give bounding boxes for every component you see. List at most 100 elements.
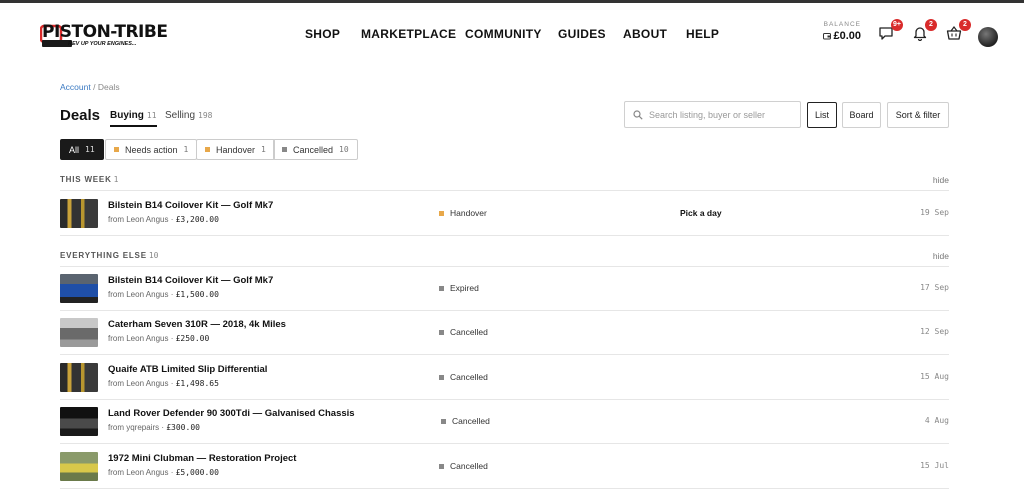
tab-selling[interactable]: Selling 198: [165, 110, 212, 121]
deal-status-label: Cancelled: [450, 372, 488, 382]
filter-handover-label: Handover: [216, 144, 256, 155]
messages-button[interactable]: 9+: [878, 19, 903, 43]
deal-subtitle: from Leon Angus · £1,498.65: [108, 379, 219, 388]
deal-status: Expired: [439, 283, 479, 293]
deal-row[interactable]: Bilstein B14 Coilover Kit — Golf Mk7 fro…: [60, 266, 949, 310]
section-this-week-hide[interactable]: hide: [933, 175, 949, 185]
filter-handover[interactable]: Handover 1: [196, 139, 275, 160]
filter-needs-action[interactable]: Needs action 1: [105, 139, 198, 160]
notifications-button[interactable]: 2: [912, 19, 937, 43]
basket-badge: 2: [959, 19, 971, 31]
tab-buying-label: Buying: [110, 110, 144, 121]
filter-cancelled-count: 10: [339, 145, 349, 154]
section-everything-else-count: 10: [148, 251, 159, 260]
board-view-button[interactable]: Board: [842, 102, 881, 128]
section-everything-else-label: EVERYTHING ELSE: [60, 251, 147, 260]
deal-subtitle: from Leon Angus · £5,000.00: [108, 468, 219, 477]
balance-amount: £0.00: [809, 30, 861, 42]
basket-button[interactable]: 2: [946, 19, 971, 43]
search-box: [624, 101, 801, 128]
filter-cancelled-label: Cancelled: [293, 144, 334, 155]
breadcrumb-account-link[interactable]: Account: [60, 82, 91, 92]
notifications-badge: 2: [925, 19, 937, 31]
deal-price: £3,200.00: [175, 215, 219, 224]
deal-subtitle: from Leon Angus · £250.00: [108, 334, 210, 343]
breadcrumb: Account / Deals: [60, 82, 120, 92]
section-this-week-header: THIS WEEK 1 hide: [60, 175, 949, 185]
deal-date: 15 Jul: [920, 461, 949, 470]
site-header: PISTON-TRIBE REV UP YOUR ENGINES... SHOP…: [0, 3, 1024, 65]
deal-seller: from Leon Angus: [108, 290, 169, 299]
deal-row[interactable]: Quaife ATB Limited Slip Differential fro…: [60, 355, 949, 399]
deal-status-label: Expired: [450, 283, 479, 293]
nav-community[interactable]: COMMUNITY: [465, 27, 542, 41]
deal-date: 4 Aug: [924, 416, 949, 425]
brand-logo[interactable]: PISTON-TRIBE REV UP YOUR ENGINES...: [40, 21, 182, 53]
tab-selling-label: Selling: [165, 110, 196, 121]
deal-title: Caterham Seven 310R — 2018, 4k Miles: [108, 319, 286, 330]
nav-marketplace[interactable]: MARKETPLACE: [361, 27, 456, 41]
tab-buying-count: 11: [146, 111, 157, 120]
deal-thumbnail: [60, 452, 98, 481]
list-view-button[interactable]: List: [807, 102, 837, 128]
divider: [60, 235, 949, 236]
deal-action[interactable]: Pick a day: [680, 208, 722, 218]
deal-price: £300.00: [166, 423, 200, 432]
search-input[interactable]: [649, 109, 799, 120]
status-square-icon: [439, 463, 444, 469]
deal-price: £1,500.00: [175, 290, 219, 299]
deal-subtitle: from Leon Angus · £3,200.00: [108, 215, 219, 224]
deal-title: 1972 Mini Clubman — Restoration Project: [108, 453, 297, 464]
deal-date: 15 Aug: [920, 372, 949, 381]
deal-seller: from Leon Angus: [108, 379, 169, 388]
nav-help[interactable]: HELP: [686, 27, 719, 41]
status-square-icon: [439, 210, 444, 216]
section-everything-else-hide[interactable]: hide: [933, 251, 949, 261]
deal-seller: from Leon Angus: [108, 334, 169, 343]
deal-status-label: Cancelled: [452, 416, 490, 426]
filter-all-label: All: [69, 144, 80, 155]
deal-thumbnail: [60, 274, 98, 303]
deal-subtitle: from Leon Angus · £1,500.00: [108, 290, 219, 299]
sort-filter-button[interactable]: Sort & filter: [887, 102, 949, 128]
deal-title: Land Rover Defender 90 300Tdi — Galvanis…: [108, 408, 355, 419]
section-this-week-count: 1: [113, 175, 119, 184]
nav-about[interactable]: ABOUT: [623, 27, 667, 41]
brand-name: PISTON-TRIBE: [42, 22, 168, 42]
deal-row[interactable]: Bilstein B14 Coilover Kit — Golf Mk7 fro…: [60, 191, 949, 235]
deal-status-label: Cancelled: [450, 327, 488, 337]
balance-widget[interactable]: BALANCE £0.00: [809, 21, 861, 42]
section-this-week-label: THIS WEEK: [60, 175, 112, 184]
status-square-icon: [439, 374, 444, 380]
deal-subtitle: from yqrepairs · £300.00: [108, 423, 200, 432]
status-square-icon: [205, 147, 210, 152]
deal-thumbnail: [60, 318, 98, 347]
status-square-icon: [439, 329, 444, 335]
deal-title: Quaife ATB Limited Slip Differential: [108, 364, 268, 375]
divider: [60, 488, 949, 489]
page-title: Deals: [60, 107, 101, 124]
nav-shop[interactable]: SHOP: [305, 27, 340, 41]
deal-seller: from Leon Angus: [108, 215, 169, 224]
filter-cancelled[interactable]: Cancelled 10: [273, 139, 358, 160]
status-square-icon: [282, 147, 287, 152]
deal-status-label: Handover: [450, 208, 487, 218]
deal-row[interactable]: 1972 Mini Clubman — Restoration Project …: [60, 444, 949, 488]
nav-guides[interactable]: GUIDES: [558, 27, 606, 41]
status-square-icon: [439, 285, 444, 291]
deal-status: Cancelled: [439, 372, 488, 382]
deal-row[interactable]: Land Rover Defender 90 300Tdi — Galvanis…: [60, 399, 949, 443]
balance-label: BALANCE: [823, 21, 861, 28]
deal-thumbnail: [60, 199, 98, 228]
deal-status: Cancelled: [441, 416, 490, 426]
deal-date: 17 Sep: [920, 283, 949, 292]
deal-date: 19 Sep: [920, 208, 949, 217]
tab-buying[interactable]: Buying 11: [110, 110, 157, 127]
deal-row[interactable]: Caterham Seven 310R — 2018, 4k Miles fro…: [60, 310, 949, 354]
user-avatar[interactable]: [978, 27, 998, 47]
deal-title: Bilstein B14 Coilover Kit — Golf Mk7: [108, 275, 274, 286]
filter-all[interactable]: All 11: [60, 139, 104, 160]
deal-thumbnail: [60, 407, 98, 436]
deal-title: Bilstein B14 Coilover Kit — Golf Mk7: [108, 200, 274, 211]
deal-thumbnail: [60, 363, 98, 392]
